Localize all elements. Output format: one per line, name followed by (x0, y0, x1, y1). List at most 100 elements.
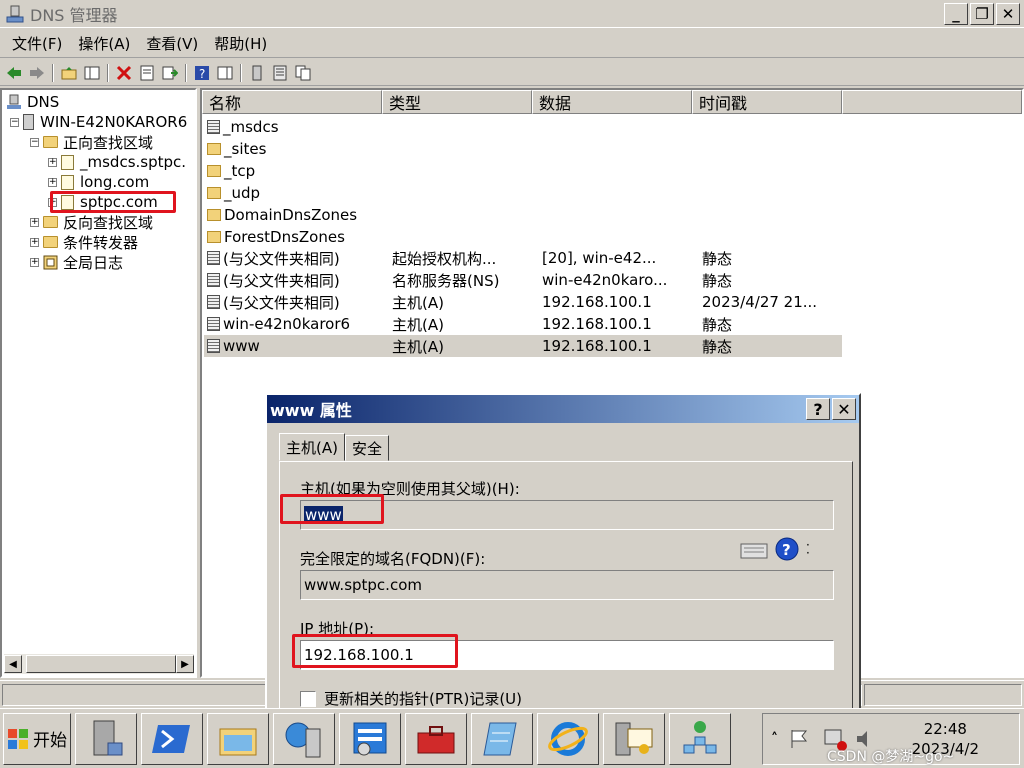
start-button[interactable]: 开始 (3, 712, 71, 765)
list-row[interactable]: (与父文件夹相同) 主机(A) 192.168.100.1 2023/4/27 21.… (204, 291, 842, 313)
minimize-button[interactable]: _ (944, 3, 968, 25)
show-hidden-icons-icon[interactable]: ˄ (771, 731, 778, 747)
ptr-checkbox[interactable] (300, 690, 316, 707)
tree-label: long.com (80, 173, 150, 191)
server-manager-taskbar-icon[interactable] (75, 712, 137, 765)
svg-text:?: ? (199, 67, 205, 81)
record-name: _udp (224, 183, 261, 202)
network-taskbar-icon[interactable] (669, 712, 731, 765)
server-status-icon[interactable] (247, 63, 267, 83)
tree-item-forward-zones[interactable]: − 正向查找区域 (30, 132, 153, 152)
zone-icon (207, 120, 220, 134)
menu-view[interactable]: 查看(V) (138, 33, 206, 54)
collapse-icon[interactable]: − (30, 137, 39, 147)
show-action-pane-icon[interactable] (215, 63, 235, 83)
tree-item-server[interactable]: − WIN-E42N0KAROR6 (10, 112, 187, 132)
back-icon[interactable] (4, 63, 24, 83)
expand-icon[interactable]: + (30, 217, 39, 227)
up-folder-icon[interactable] (59, 63, 79, 83)
close-button[interactable]: ✕ (996, 3, 1020, 25)
cell-type: 主机(A) (392, 337, 444, 356)
tab-security[interactable]: 安全 (344, 435, 389, 461)
list-row[interactable]: _udp (204, 182, 842, 204)
menu-action[interactable]: 操作(A) (70, 33, 138, 54)
delete-icon[interactable] (114, 63, 134, 83)
internet-explorer-taskbar-icon[interactable] (537, 712, 599, 765)
cell-timestamp: 2023/4/27 21... (702, 293, 818, 312)
scroll-right-icon[interactable]: ▶ (176, 655, 194, 673)
dialog-help-button[interactable]: ? (806, 398, 830, 420)
taskbar: 开始 ˄ 22:48 2023/4/2 CSDN @梦湖~go~ (0, 708, 1024, 768)
list-row[interactable]: (与父文件夹相同) 名称服务器(NS) win-e42n0karo... 静态 (204, 269, 842, 291)
tab-host[interactable]: 主机(A) (279, 433, 345, 461)
tree-horizontal-scrollbar[interactable]: ◀ ▶ (4, 654, 194, 674)
watermark-text: CSDN @梦湖~go~ (827, 749, 955, 765)
powershell-taskbar-icon[interactable] (141, 712, 203, 765)
expand-icon[interactable]: + (48, 177, 57, 187)
cell-data: 192.168.100.1 (542, 337, 652, 355)
list-row[interactable]: ForestDnsZones (204, 226, 842, 248)
list-row[interactable]: _tcp (204, 160, 842, 182)
column-header-timestamp[interactable]: 时间戳 (692, 90, 842, 114)
ptr-checkbox-row[interactable]: 更新相关的指针(PTR)记录(U) (300, 688, 522, 709)
tree-label: 全局日志 (63, 253, 124, 272)
keyboard-icon[interactable] (740, 536, 768, 562)
column-header-type[interactable]: 类型 (382, 90, 532, 114)
tree-item-reverse-zones[interactable]: + 反向查找区域 (30, 212, 153, 232)
toolbar-separator (107, 63, 109, 82)
expand-icon[interactable]: + (30, 257, 39, 267)
help-circle-icon[interactable]: ? (774, 536, 800, 562)
column-header-data[interactable]: 数据 (532, 90, 692, 114)
copy-records-icon[interactable] (293, 63, 313, 83)
tree-item-zone[interactable]: + _msdcs.sptpc. (48, 152, 186, 172)
tree-label: WIN-E42N0KAROR6 (40, 113, 188, 131)
scroll-thumb[interactable] (26, 655, 176, 673)
show-hide-tree-icon[interactable] (82, 63, 102, 83)
explorer-taskbar-icon[interactable] (207, 712, 269, 765)
notepad-taskbar-icon[interactable] (471, 712, 533, 765)
control-panel-taskbar-icon[interactable] (339, 712, 401, 765)
tree-item-dns[interactable]: DNS (6, 92, 59, 112)
list-row[interactable]: _msdcs (204, 116, 842, 138)
folder-icon (207, 164, 221, 177)
tree-item-zone[interactable]: + long.com (48, 172, 149, 192)
record-icon (207, 295, 220, 310)
tree-item-forwarders[interactable]: + 条件转发器 (30, 232, 138, 252)
tree-item-zone-selected[interactable]: + sptpc.com (48, 192, 158, 212)
cell-name: _udp (204, 184, 384, 202)
scroll-left-icon[interactable]: ◀ (4, 655, 22, 673)
menu-file[interactable]: 文件(F) (4, 33, 70, 54)
folder-icon (207, 186, 221, 199)
certificate-server-taskbar-icon[interactable] (603, 712, 665, 765)
list-row[interactable]: DomainDnsZones (204, 204, 842, 226)
list-row[interactable]: _sites (204, 138, 842, 160)
help-icon[interactable]: ? (192, 63, 212, 83)
column-header-name[interactable]: 名称 (202, 90, 382, 114)
collapse-icon[interactable]: − (10, 117, 19, 127)
menu-help[interactable]: 帮助(H) (206, 33, 275, 54)
action-center-flag-icon[interactable] (788, 728, 812, 750)
cell-type: 起始授权机构... (392, 249, 497, 268)
list-row[interactable]: www 主机(A) 192.168.100.1 静态 (204, 335, 842, 357)
host-field[interactable]: www (300, 500, 834, 530)
properties-icon[interactable] (137, 63, 157, 83)
export-list-icon[interactable] (160, 63, 180, 83)
records-list-icon[interactable] (270, 63, 290, 83)
toolbox-taskbar-icon[interactable] (405, 712, 467, 765)
expand-icon[interactable]: + (48, 197, 57, 207)
tree-item-global-logs[interactable]: + 全局日志 (30, 252, 123, 272)
dns-server-taskbar-icon[interactable] (273, 712, 335, 765)
ip-address-input[interactable]: 192.168.100.1 (300, 640, 834, 670)
record-name: _sites (224, 139, 267, 158)
record-icon (207, 273, 220, 288)
tree-label: 正向查找区域 (63, 133, 154, 152)
zone-icon (61, 194, 74, 210)
list-row[interactable]: win-e42n0karor6 主机(A) 192.168.100.1 静态 (204, 313, 842, 335)
list-row[interactable]: (与父文件夹相同) 起始授权机构... [20], win-e42... 静态 (204, 247, 842, 269)
expand-icon[interactable]: + (30, 237, 39, 247)
expand-icon[interactable]: + (48, 157, 57, 167)
dialog-close-button[interactable]: ✕ (832, 398, 856, 420)
restore-button[interactable]: ❐ (970, 3, 994, 25)
cell-data: win-e42n0karo... (542, 271, 668, 290)
forward-icon[interactable] (27, 63, 47, 83)
